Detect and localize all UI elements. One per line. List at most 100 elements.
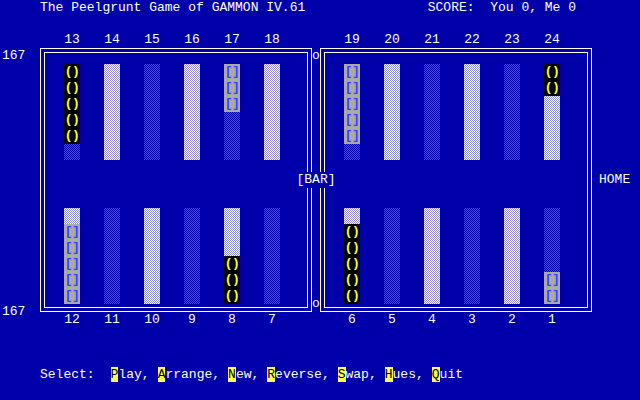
menu-hotkey: S	[338, 367, 346, 382]
menu-item[interactable]: Arrange,	[158, 367, 220, 383]
board-point[interactable]: [][][]	[224, 64, 240, 160]
checker[interactable]: ()	[64, 112, 80, 128]
checker[interactable]: []	[544, 288, 560, 304]
point-number: 1	[532, 312, 572, 328]
menu-item[interactable]: New,	[228, 367, 259, 383]
bar-label: [BAR]	[294, 172, 337, 188]
checker[interactable]: []	[344, 128, 360, 144]
board-point[interactable]	[104, 208, 120, 304]
checker[interactable]: ()	[544, 80, 560, 96]
pip-counts: 167 167	[0, 48, 40, 328]
board-field: [][][][][]()()()()()()()[][]	[324, 52, 588, 308]
menu-item[interactable]: Quit	[432, 367, 463, 383]
checker[interactable]: []	[344, 64, 360, 80]
point-number: 24	[532, 32, 572, 48]
checker[interactable]: []	[344, 96, 360, 112]
checker[interactable]: []	[544, 272, 560, 288]
point-row: [][][][][]()()()	[45, 208, 307, 304]
point-row: [][][][][]()()	[325, 64, 587, 160]
checker[interactable]: ()	[224, 256, 240, 272]
checker[interactable]: ()	[224, 288, 240, 304]
point-number: 19	[332, 32, 372, 48]
checker[interactable]: []	[224, 64, 240, 80]
checker[interactable]: ()	[64, 64, 80, 80]
menu-hotkey: P	[111, 367, 119, 382]
menu-hotkey: A	[158, 367, 166, 382]
checker[interactable]: ()	[64, 80, 80, 96]
point-number: 22	[452, 32, 492, 48]
point-number: 10	[132, 312, 172, 328]
checker[interactable]: ()	[544, 64, 560, 80]
point-number: 14	[92, 32, 132, 48]
board-point[interactable]: ()()()()()	[64, 64, 80, 160]
board-half: [][][][][]()()()()()()()[][]	[320, 48, 592, 312]
game-screen: The Peelgrunt Game of GAMMON IV.61SCORE:…	[0, 0, 640, 400]
checker[interactable]: []	[64, 240, 80, 256]
point-number: 16	[172, 32, 212, 48]
menu-item[interactable]: Swap,	[338, 367, 377, 383]
board-point[interactable]	[384, 64, 400, 160]
checker[interactable]: ()	[64, 128, 80, 144]
board-point[interactable]	[264, 64, 280, 160]
checker[interactable]: []	[224, 80, 240, 96]
board-point[interactable]: [][]	[544, 208, 560, 304]
menu-item[interactable]: Hues,	[385, 367, 424, 383]
point-row: ()()()()()[][]	[325, 208, 587, 304]
point-number: 17	[212, 32, 252, 48]
menu-item[interactable]: Reverse,	[267, 367, 329, 383]
board-point[interactable]	[504, 64, 520, 160]
board-point[interactable]: ()()()()()	[344, 208, 360, 304]
point-number: 13	[52, 32, 92, 48]
point-number: 11	[92, 312, 132, 328]
board-point[interactable]	[424, 64, 440, 160]
board-point[interactable]	[264, 208, 280, 304]
board-point[interactable]: [][][][][]	[344, 64, 360, 160]
board-point[interactable]	[104, 64, 120, 160]
point-number: 15	[132, 32, 172, 48]
checker[interactable]: []	[344, 80, 360, 96]
home-label: HOME	[599, 172, 630, 188]
checker[interactable]: []	[344, 112, 360, 128]
checker[interactable]: ()	[64, 96, 80, 112]
board-point[interactable]	[184, 208, 200, 304]
bar-mark: o	[312, 48, 320, 64]
checker[interactable]: ()	[344, 288, 360, 304]
point-number: 2	[492, 312, 532, 328]
board-point[interactable]	[464, 208, 480, 304]
board-point[interactable]	[184, 64, 200, 160]
point-number: 9	[172, 312, 212, 328]
checker[interactable]: ()	[224, 272, 240, 288]
checker[interactable]: []	[224, 96, 240, 112]
board-point[interactable]: ()()()	[224, 208, 240, 304]
menu-label: Select:	[40, 367, 95, 383]
bar[interactable]: o[BAR]o	[312, 48, 320, 312]
board-half: ()()()()()[][][][][][][][]()()()	[40, 48, 312, 312]
board-point[interactable]	[504, 208, 520, 304]
board-point[interactable]	[424, 208, 440, 304]
pip-count: 167	[2, 48, 40, 64]
point-number: 4	[412, 312, 452, 328]
menu-item[interactable]: Play,	[111, 367, 150, 383]
point-numbers: 131415161718	[40, 32, 312, 48]
board-point[interactable]: [][][][][]	[64, 208, 80, 304]
point-numbers: 121110987	[40, 312, 312, 328]
checker[interactable]: []	[64, 224, 80, 240]
checker[interactable]: ()	[344, 224, 360, 240]
home[interactable]: HOME	[592, 48, 640, 312]
checker[interactable]: []	[64, 272, 80, 288]
board-point[interactable]	[144, 64, 160, 160]
point-number: 5	[372, 312, 412, 328]
point-number: 18	[252, 32, 292, 48]
checker[interactable]: ()	[344, 240, 360, 256]
board-point[interactable]	[464, 64, 480, 160]
point-number: 6	[332, 312, 372, 328]
board-point[interactable]	[384, 208, 400, 304]
pip-count: 167	[2, 304, 40, 320]
checker[interactable]: ()	[344, 272, 360, 288]
board-point[interactable]	[144, 208, 160, 304]
checker[interactable]: ()	[344, 256, 360, 272]
board-field: ()()()()()[][][][][][][][]()()()	[44, 52, 308, 308]
board-point[interactable]: ()()	[544, 64, 560, 160]
checker[interactable]: []	[64, 288, 80, 304]
checker[interactable]: []	[64, 256, 80, 272]
